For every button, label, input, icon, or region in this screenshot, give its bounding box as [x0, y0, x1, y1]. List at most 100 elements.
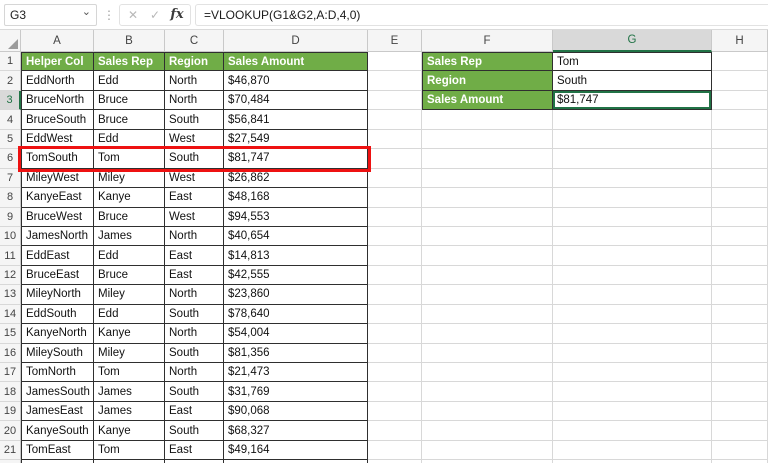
cell-D13[interactable]: $23,860 — [224, 285, 368, 305]
cell-B13[interactable]: Miley — [94, 285, 165, 305]
cell-H16[interactable] — [712, 343, 768, 363]
cell-F9[interactable] — [422, 207, 553, 227]
cell-B21[interactable]: Tom — [94, 440, 165, 461]
cell-E14[interactable] — [368, 304, 422, 325]
cell-F8[interactable] — [422, 188, 553, 208]
cell-C16[interactable]: South — [165, 343, 224, 363]
cell-G11[interactable] — [553, 246, 712, 266]
cell-E12[interactable] — [368, 265, 422, 286]
cell-C9[interactable]: West — [165, 207, 224, 227]
cell-E18[interactable] — [368, 382, 422, 402]
row-header-10[interactable]: 10 — [0, 226, 21, 247]
cell-E19[interactable] — [368, 401, 422, 422]
cell-G4[interactable] — [553, 110, 712, 130]
cell-C4[interactable]: South — [165, 110, 224, 130]
cell-A10[interactable]: JamesNorth — [21, 226, 94, 247]
cell-H3[interactable] — [712, 90, 768, 111]
confirm-icon[interactable]: ✓ — [144, 8, 166, 22]
cell-A15[interactable]: KanyeNorth — [21, 324, 94, 344]
cell-B5[interactable]: Edd — [94, 129, 165, 150]
row-header-20[interactable]: 20 — [0, 421, 21, 441]
cell-F16[interactable] — [422, 343, 553, 363]
cell-F7[interactable] — [422, 168, 553, 189]
cell-C19[interactable]: East — [165, 401, 224, 422]
cell-C15[interactable]: North — [165, 324, 224, 344]
cell-A1[interactable]: Helper Col — [21, 52, 94, 72]
cell-C8[interactable]: East — [165, 188, 224, 208]
cell-E11[interactable] — [368, 246, 422, 266]
cell-F19[interactable] — [422, 401, 553, 422]
cell-C1[interactable]: Region — [165, 52, 224, 72]
cell-B9[interactable]: Bruce — [94, 207, 165, 227]
cell-F5[interactable] — [422, 129, 553, 150]
cell-C6[interactable]: South — [165, 149, 224, 169]
cell-E8[interactable] — [368, 188, 422, 208]
cell-B4[interactable]: Bruce — [94, 110, 165, 130]
cell-A19[interactable]: JamesEast — [21, 401, 94, 422]
cell-C21[interactable]: East — [165, 440, 224, 461]
cell-A17[interactable]: TomNorth — [21, 363, 94, 383]
cell-H9[interactable] — [712, 207, 768, 227]
cell-F14[interactable] — [422, 304, 553, 325]
cell-G12[interactable] — [553, 265, 712, 286]
cell-E20[interactable] — [368, 421, 422, 441]
cell-G19[interactable] — [553, 401, 712, 422]
cell-F10[interactable] — [422, 226, 553, 247]
cell-D5[interactable]: $27,549 — [224, 129, 368, 150]
cell-B12[interactable]: Bruce — [94, 265, 165, 286]
cell-B16[interactable]: Miley — [94, 343, 165, 363]
cell-C12[interactable]: East — [165, 265, 224, 286]
cell-H11[interactable] — [712, 246, 768, 266]
cell-C11[interactable]: East — [165, 246, 224, 266]
cell-G9[interactable] — [553, 207, 712, 227]
row-header-14[interactable]: 14 — [0, 304, 21, 325]
cell-G14[interactable] — [553, 304, 712, 325]
row-header-3[interactable]: 3 — [0, 90, 21, 111]
cell-G6[interactable] — [553, 149, 712, 169]
cell-G7[interactable] — [553, 168, 712, 189]
cell-D15[interactable]: $54,004 — [224, 324, 368, 344]
cell-A21[interactable]: TomEast — [21, 440, 94, 461]
cell-F13[interactable] — [422, 285, 553, 305]
cell-C13[interactable]: North — [165, 285, 224, 305]
cancel-icon[interactable]: ✕ — [122, 8, 144, 22]
cell-A2[interactable]: EddNorth — [21, 71, 94, 91]
cell-E6[interactable] — [368, 149, 422, 169]
cell-A6[interactable]: TomSouth — [21, 149, 94, 169]
cell-E21[interactable] — [368, 440, 422, 461]
cell-C5[interactable]: West — [165, 129, 224, 150]
name-box[interactable]: G3 ⌄ — [4, 3, 97, 26]
cell-H10[interactable] — [712, 226, 768, 247]
cell-H17[interactable] — [712, 363, 768, 383]
cell-H20[interactable] — [712, 421, 768, 441]
cell-H5[interactable] — [712, 129, 768, 150]
cell-E15[interactable] — [368, 324, 422, 344]
row-header-4[interactable]: 4 — [0, 110, 21, 130]
cell-H8[interactable] — [712, 188, 768, 208]
formula-input[interactable]: =VLOOKUP(G1&G2,A:D,4,0) — [195, 3, 768, 26]
cell-A20[interactable]: KanyeSouth — [21, 421, 94, 441]
cell-C10[interactable]: North — [165, 226, 224, 247]
cell-D11[interactable]: $14,813 — [224, 246, 368, 266]
cell-H13[interactable] — [712, 285, 768, 305]
cell-E3[interactable] — [368, 90, 422, 111]
cell-F3[interactable]: Sales Amount — [422, 90, 553, 111]
cell-H14[interactable] — [712, 304, 768, 325]
row-header-6[interactable]: 6 — [0, 149, 21, 169]
cell-G2[interactable]: South — [553, 71, 712, 91]
cell-F2[interactable]: Region — [422, 71, 553, 91]
cell-A4[interactable]: BruceSouth — [21, 110, 94, 130]
cell-B2[interactable]: Edd — [94, 71, 165, 91]
cell-G18[interactable] — [553, 382, 712, 402]
cell-A3[interactable]: BruceNorth — [21, 90, 94, 111]
cell-C18[interactable]: South — [165, 382, 224, 402]
column-header-E[interactable]: E — [368, 30, 422, 52]
row-header-2[interactable]: 2 — [0, 71, 21, 91]
cell-E7[interactable] — [368, 168, 422, 189]
cell-H2[interactable] — [712, 71, 768, 91]
cell-H1[interactable] — [712, 52, 768, 72]
cell-B18[interactable]: James — [94, 382, 165, 402]
cell-B3[interactable]: Bruce — [94, 90, 165, 111]
cell-E17[interactable] — [368, 363, 422, 383]
row-header-8[interactable]: 8 — [0, 188, 21, 208]
